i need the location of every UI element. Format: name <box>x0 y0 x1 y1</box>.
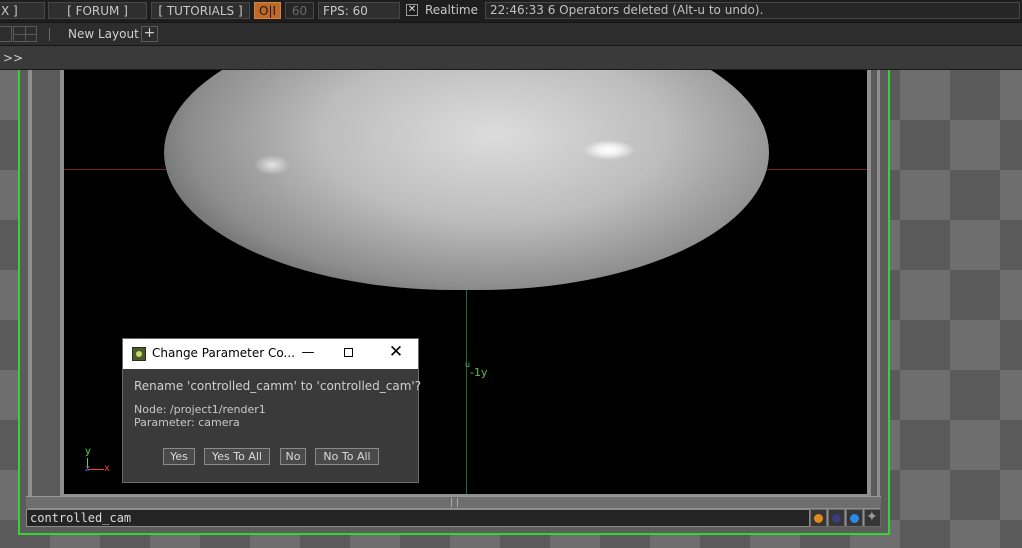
fps-target-field[interactable]: 60 <box>285 2 314 19</box>
single-pane-layout-icon[interactable] <box>0 26 12 42</box>
gizmo-x-axis <box>88 469 104 470</box>
no-to-all-button[interactable]: No To All <box>315 448 379 465</box>
y-axis-line <box>466 290 467 494</box>
operator-name-field[interactable]: controlled_cam <box>26 509 810 527</box>
dialog-node-path: Node: /project1/render1 <box>134 403 266 416</box>
dialog-titlebar[interactable]: Change Parameter Co... — ✕ <box>123 339 418 369</box>
perform-mode-button[interactable]: O|I <box>254 2 281 19</box>
tutorials-button[interactable]: [ TUTORIALS ] <box>151 2 250 19</box>
blue-dot-icon <box>850 514 859 523</box>
maximize-icon[interactable] <box>341 346 355 360</box>
gizmo-z-label: z <box>85 464 90 474</box>
orange-dot-icon <box>814 514 823 523</box>
app-icon <box>132 347 146 361</box>
star-icon: ✦ <box>866 509 878 525</box>
top-bar: X ] [ FORUM ] [ TUTORIALS ] O|I 60 FPS: … <box>0 0 1022 22</box>
path-bar: >> <box>0 46 1022 70</box>
quad-pane-layout-icon[interactable] <box>13 26 37 42</box>
viewer-right-margin <box>871 70 877 496</box>
new-layout-tab[interactable]: New Layout <box>68 27 139 41</box>
gizmo-y-label: y <box>85 446 91 457</box>
viewer-bottom-strip <box>26 496 881 508</box>
yes-to-all-button[interactable]: Yes To All <box>204 448 270 465</box>
dark-blue-dot-icon <box>832 514 841 523</box>
forum-button[interactable]: [ FORUM ] <box>48 2 147 19</box>
viewer-flag-button[interactable] <box>810 509 827 527</box>
layout-separator <box>49 28 50 41</box>
y-axis-label: -1y <box>470 366 488 379</box>
expand-path-icon[interactable]: >> <box>3 51 23 65</box>
close-icon[interactable]: ✕ <box>387 343 405 363</box>
strip-marker <box>457 498 458 507</box>
realtime-checkbox[interactable]: ✕ <box>406 4 418 16</box>
rendered-capsule-geometry <box>164 70 769 290</box>
display-flag-button[interactable] <box>846 509 863 527</box>
fps-display: FPS: 60 <box>318 2 400 19</box>
dialog-title: Change Parameter Co... <box>152 346 295 360</box>
dialog-message: Rename 'controlled_camm' to 'controlled_… <box>134 379 422 393</box>
menu-button-partial[interactable]: X ] <box>0 2 45 19</box>
minimize-icon[interactable]: — <box>299 345 317 363</box>
realtime-label: Realtime <box>425 3 478 17</box>
viewer-left-margin <box>32 70 60 496</box>
change-parameter-dialog: Change Parameter Co... — ✕ Rename 'contr… <box>122 338 422 483</box>
status-message: 22:46:33 6 Operators deleted (Alt-u to u… <box>485 2 1020 19</box>
strip-marker <box>451 498 452 507</box>
layout-bar: New Layout + <box>0 22 1022 46</box>
yes-button[interactable]: Yes <box>163 448 195 465</box>
clone-flag-button[interactable]: ✦ <box>864 509 881 527</box>
add-layout-button[interactable]: + <box>141 26 158 42</box>
no-button[interactable]: No <box>280 448 306 465</box>
dialog-parameter: Parameter: camera <box>134 416 240 429</box>
bypass-flag-button[interactable] <box>828 509 845 527</box>
gizmo-x-label: x <box>104 463 110 474</box>
